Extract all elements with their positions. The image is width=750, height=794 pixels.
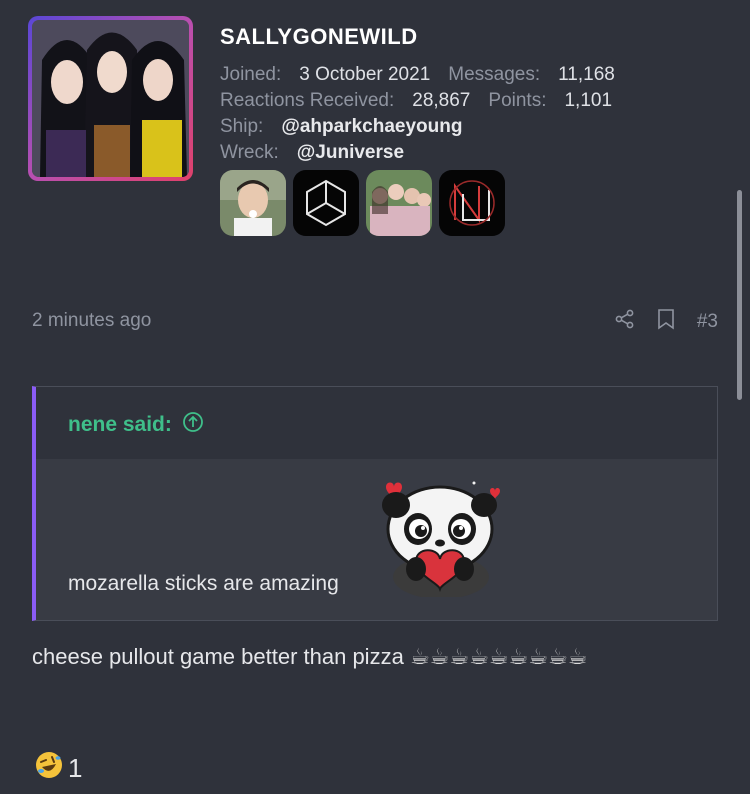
- badge-hexagon-logo[interactable]: [293, 170, 359, 236]
- user-stats: Joined: 3 October 2021 Messages: 11,168 Rea…: [220, 62, 633, 166]
- quote-author-link[interactable]: nene said:: [68, 411, 204, 439]
- user-badges: [220, 170, 505, 236]
- panda-heart-sticker: [376, 477, 506, 599]
- wreck-label: Wreck:: [220, 142, 279, 163]
- messages-label: Messages:: [448, 64, 541, 85]
- reaction-count: 1: [68, 753, 83, 783]
- messages-value[interactable]: 11,168: [558, 64, 615, 85]
- user-avatar[interactable]: [28, 16, 193, 181]
- post-message: cheese pullout game better than pizza ☕☕…: [32, 640, 722, 675]
- points-value[interactable]: 1,101: [564, 90, 612, 111]
- badge-line-logo[interactable]: [439, 170, 505, 236]
- quote-block: nene said: mozarella sticks are amazing: [32, 386, 718, 621]
- wreck-user-link[interactable]: @Juniverse: [297, 142, 404, 163]
- rofl-emoji-icon: [34, 750, 64, 787]
- joined-value: 3 October 2021: [299, 64, 431, 85]
- username-link[interactable]: SALLYGONEWILD: [220, 24, 418, 50]
- ship-label: Ship:: [220, 116, 264, 137]
- coffee-emoji-row: ☕☕☕☕☕☕☕☕☕: [409, 645, 588, 670]
- post-message-text: cheese pullout game better than pizza: [32, 644, 404, 669]
- quote-text: mozarella sticks are amazing: [68, 572, 339, 595]
- post-timestamp[interactable]: 2 minutes ago: [32, 310, 151, 332]
- reaction-summary[interactable]: 1: [34, 750, 82, 787]
- badge-group-photo[interactable]: [366, 170, 432, 236]
- post-number-link[interactable]: #3: [697, 311, 718, 333]
- scrollbar-thumb[interactable]: [737, 190, 742, 400]
- ship-user-link[interactable]: @ahparkchaeyoung: [281, 116, 462, 137]
- badge-portrait[interactable]: [220, 170, 286, 236]
- joined-label: Joined:: [220, 64, 282, 85]
- quote-author-name: nene said:: [68, 413, 172, 436]
- share-icon[interactable]: [615, 309, 635, 335]
- bookmark-icon[interactable]: [657, 308, 675, 336]
- arrow-up-circle-icon: [182, 411, 204, 439]
- points-label: Points:: [488, 90, 547, 111]
- quote-header: nene said:: [36, 387, 717, 459]
- reactions-label: Reactions Received:: [220, 90, 395, 111]
- post-actions: #3: [615, 308, 718, 336]
- reactions-value: 28,867: [412, 90, 471, 111]
- avatar-image: [32, 20, 189, 177]
